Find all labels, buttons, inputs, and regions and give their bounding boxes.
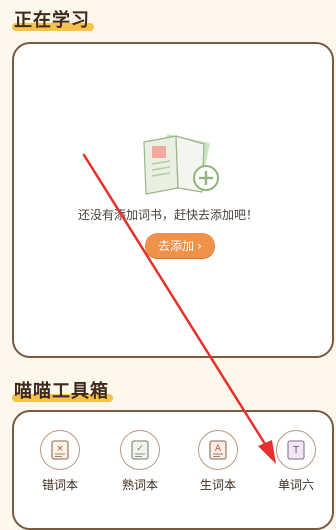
tool-label: 生词本 [199,478,236,492]
tool-label: 单词六 [277,478,314,492]
new-words-icon: A [198,430,238,470]
svg-text:✓: ✓ [136,444,144,454]
word-book-icon: T [276,430,316,470]
section-title-tools: 喵喵工具箱 [12,377,113,403]
tool-label: 熟词本 [121,478,158,492]
tool-wrong-words[interactable]: × 错词本 [32,430,88,493]
tool-label: 错词本 [41,478,78,492]
svg-text:A: A [215,444,222,454]
chevron-right-icon: › [197,238,202,253]
add-wordbook-button[interactable]: 去添加 › [145,233,215,258]
known-words-icon: ✓ [120,430,160,470]
tool-known-words[interactable]: ✓ 熟词本 [112,430,168,493]
tool-new-words[interactable]: A 生词本 [190,430,246,493]
empty-state-message: 还没有添加词书，赶快去添加吧！ [77,208,258,222]
svg-text:×: × [56,444,64,454]
tool-word-book[interactable]: T 单词六 [268,430,324,493]
svg-text:T: T [292,445,300,456]
add-button-label: 去添加 [158,239,195,253]
section-title-studying: 正在学习 [12,6,94,32]
empty-book-illustration [143,134,219,195]
wrong-words-icon: × [40,430,80,470]
studying-card [12,42,334,358]
